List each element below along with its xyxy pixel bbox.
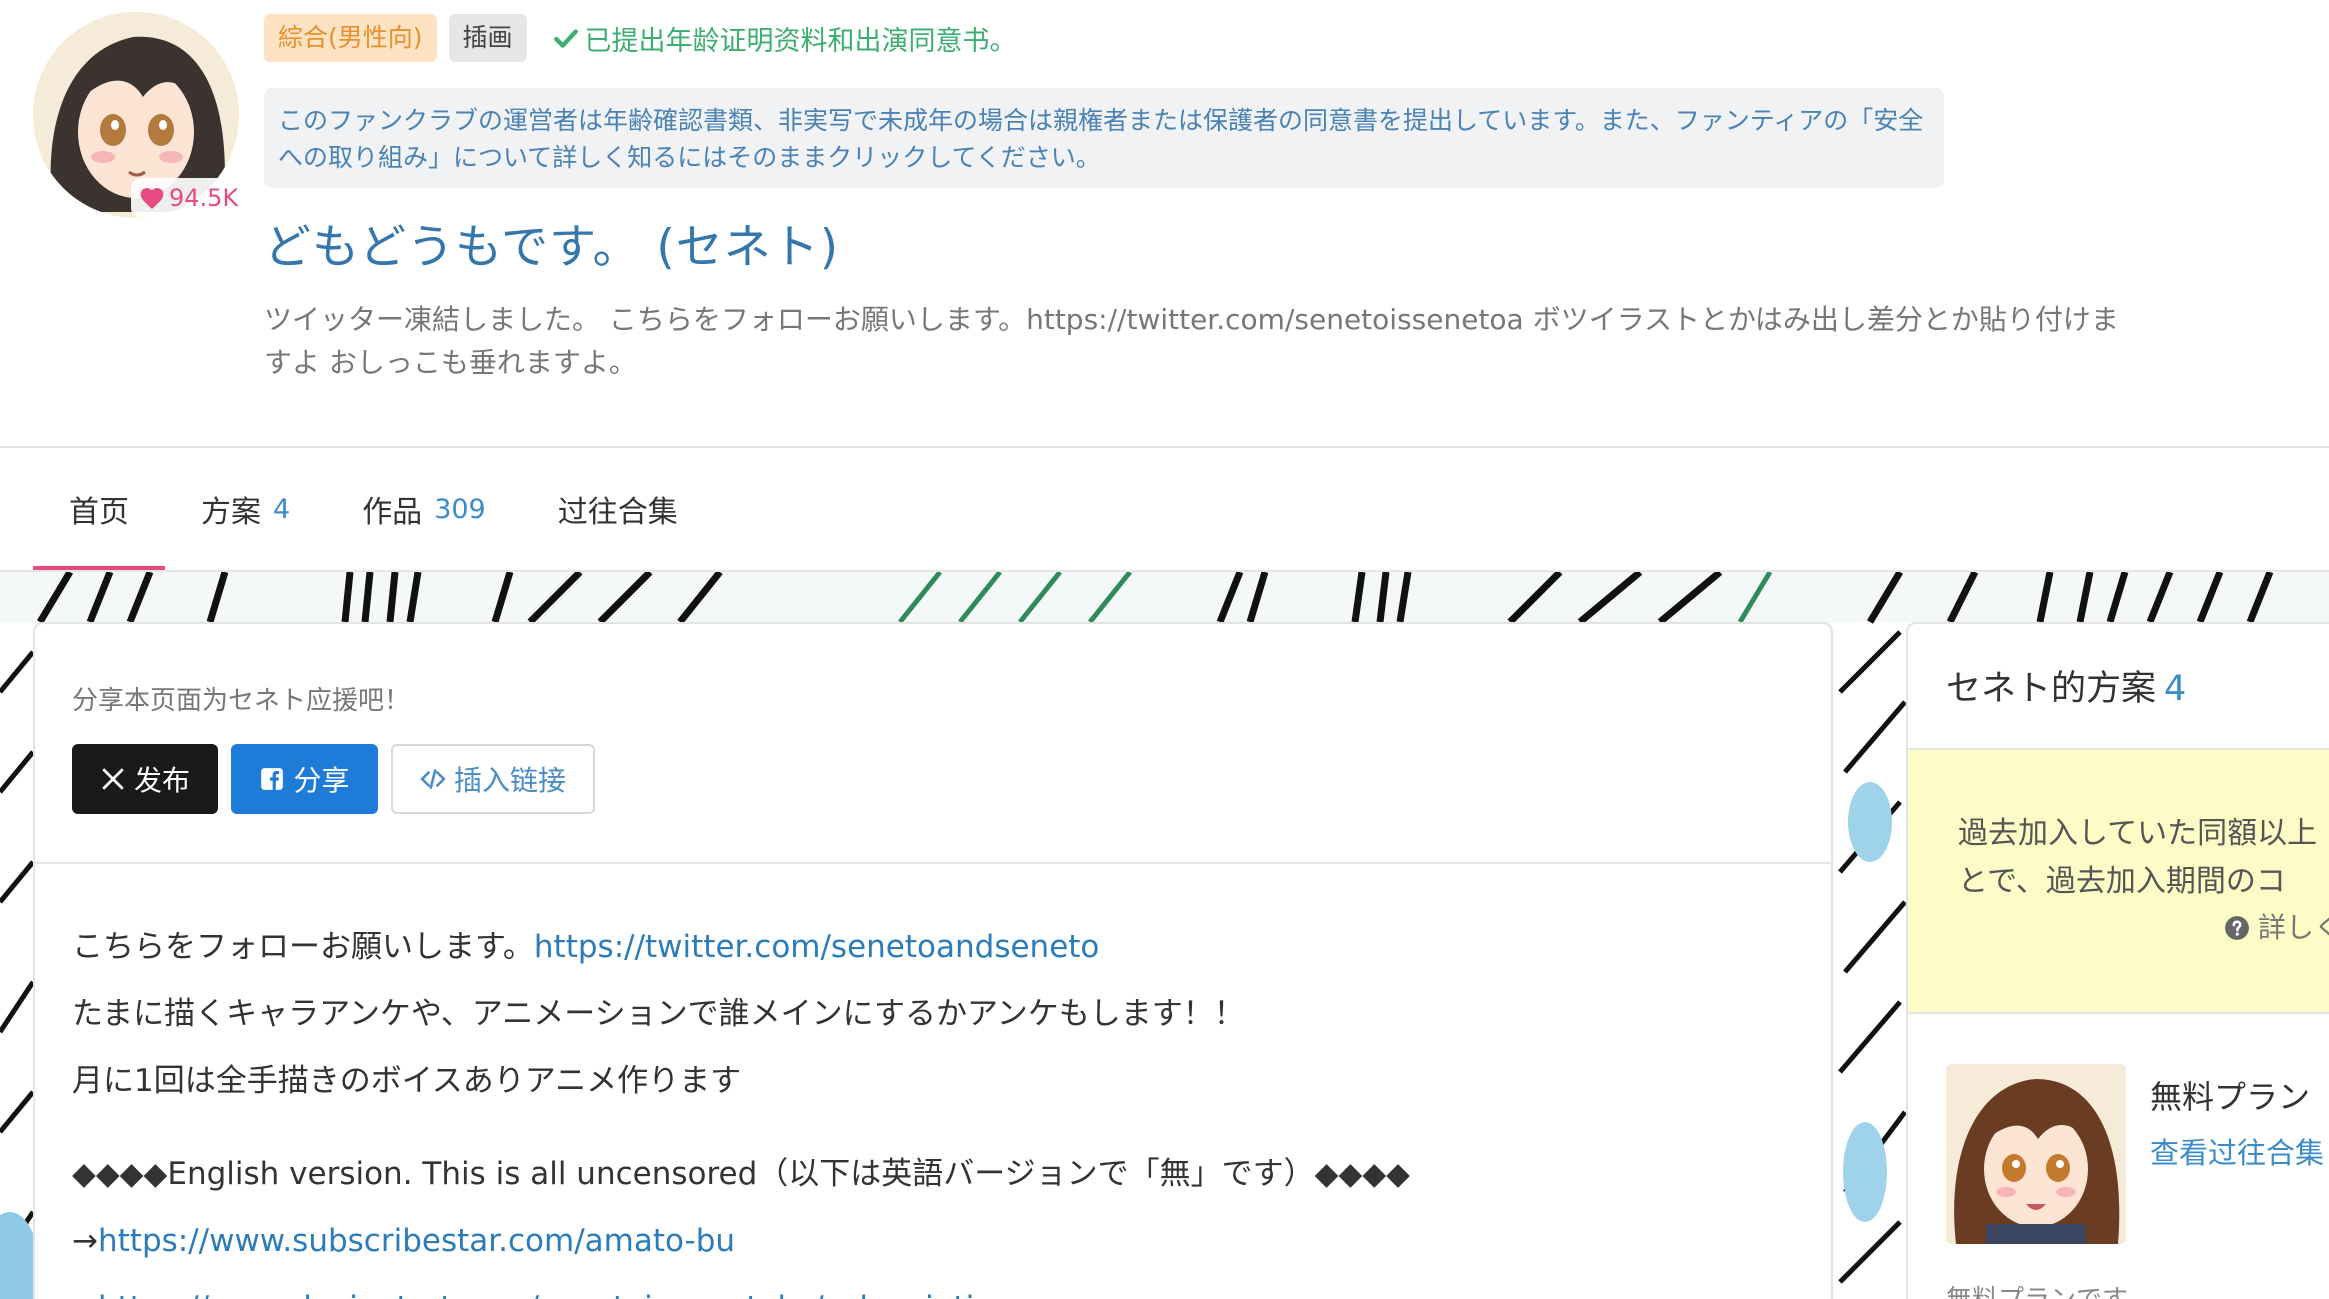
plan-thumbnail[interactable] bbox=[1946, 1064, 2126, 1244]
share-buttons: 发布 分享 插入链接 bbox=[72, 744, 595, 814]
intro-line: こちらをフォローお願いします。https://twitter.com/senet… bbox=[72, 914, 1792, 981]
intro-line: →https://www.subscribestar.com/amato-bu bbox=[72, 1208, 1792, 1275]
creator-intro-body: こちらをフォローお願いします。https://twitter.com/senet… bbox=[72, 914, 1792, 1299]
tab-label: 首页 bbox=[69, 495, 129, 530]
intro-line: たまに描くキャラアンケや、アニメーションで誰メインにするかアンケもします！！ bbox=[72, 996, 1245, 1032]
intro-line: →https://www.deviantart.com/senetoisenen… bbox=[72, 1275, 1792, 1299]
code-icon bbox=[420, 769, 446, 789]
creator-avatar-wrap: 94.5K bbox=[33, 12, 247, 218]
nav-tabs: 首页 方案 4 作品 309 过往合集 bbox=[33, 448, 714, 572]
arrow-text: → bbox=[72, 1223, 98, 1259]
facebook-icon bbox=[261, 768, 284, 790]
share-title: 分享本页面为セネト应援吧！ bbox=[72, 686, 411, 716]
tab-label: 作品 bbox=[362, 495, 423, 530]
safety-notice[interactable]: このファンクラブの運営者は年齢確認書類、非実写で未成年の場合は親権者または保護者… bbox=[264, 88, 1944, 188]
check-icon bbox=[553, 29, 578, 48]
plans-count: 4 bbox=[2164, 669, 2187, 709]
deviantart-link[interactable]: https://www.deviantart.com/senetoisenent… bbox=[98, 1290, 1029, 1299]
x-post-button[interactable]: 发布 bbox=[72, 744, 218, 814]
plans-title-text: セネト的方案 bbox=[1946, 669, 2157, 709]
twitter-link[interactable]: https://twitter.com/senetoandseneto bbox=[534, 929, 1099, 965]
x-logo-icon bbox=[102, 768, 124, 790]
plan-description: 無料プランです bbox=[1946, 1279, 2128, 1299]
plan-archive-link[interactable]: 查看过往合集 bbox=[2150, 1130, 2324, 1172]
plans-card: セネト的方案4 過去加入していた同額以上 とで、過去加入期間のコ 詳しく 無料プ… bbox=[1906, 622, 2329, 1299]
verified-text: 已提出年龄证明资料和出演同意书。 bbox=[584, 25, 1017, 57]
creator-description: ツイッター凍結しました。 こちらをフォローお願いします。https://twit… bbox=[264, 303, 2119, 379]
facebook-share-button[interactable]: 分享 bbox=[231, 744, 378, 814]
embed-link-button[interactable]: 插入链接 bbox=[391, 744, 595, 814]
plans-divider bbox=[1908, 1012, 2329, 1014]
tab-archives[interactable]: 过往合集 bbox=[522, 448, 714, 570]
tab-home[interactable]: 首页 bbox=[33, 448, 165, 572]
intro-line: 月に1回は全手描きのボイスありアニメ作ります bbox=[72, 1063, 742, 1099]
plan-name: 無料プラン bbox=[2150, 1078, 2311, 1116]
x-post-label: 发布 bbox=[133, 764, 190, 797]
tab-works[interactable]: 作品 309 bbox=[326, 448, 522, 570]
tab-label: 方案 bbox=[201, 495, 261, 530]
tab-count: 309 bbox=[434, 493, 486, 525]
plans-notice-line: とで、過去加入期間のコ bbox=[1958, 864, 2286, 899]
plans-title: セネト的方案 4 bbox=[1946, 660, 2186, 711]
tab-label: 过往合集 bbox=[557, 495, 678, 530]
tab-plans[interactable]: 方案 4 bbox=[165, 448, 326, 570]
tag-illustration[interactable]: 插画 bbox=[448, 14, 527, 62]
tag-general[interactable]: 綜合(男性向) bbox=[264, 14, 437, 62]
subscribestar-link[interactable]: https://www.subscribestar.com/amato-bu bbox=[98, 1223, 735, 1259]
creator-header: 94.5K 綜合(男性向) 插画 已提出年龄证明资料和出演同意书。 このファンク… bbox=[0, 0, 2329, 572]
creator-name: どもどうもです。 (セネト) bbox=[264, 220, 840, 275]
intro-line: ◆◆◆◆English version. This is all uncenso… bbox=[72, 1156, 1411, 1192]
embed-link-label: 插入链接 bbox=[453, 764, 566, 797]
card-divider bbox=[35, 862, 1831, 864]
intro-text: こちらをフォローお願いします。 bbox=[72, 929, 534, 965]
heart-icon bbox=[140, 188, 164, 209]
learn-more-link[interactable]: 詳しく bbox=[2224, 906, 2329, 950]
question-circle-icon bbox=[2225, 916, 2249, 940]
verification-status: 已提出年龄证明资料和出演同意书。 bbox=[553, 19, 1017, 58]
arrow-text: → bbox=[72, 1290, 98, 1299]
facebook-share-label: 分享 bbox=[293, 764, 350, 797]
tag-row: 綜合(男性向) 插画 已提出年龄证明资料和出演同意书。 bbox=[264, 14, 1017, 62]
tab-count: 4 bbox=[273, 493, 291, 525]
learn-more-label: 詳しく bbox=[2258, 911, 2329, 944]
likes-badge[interactable]: 94.5K bbox=[131, 178, 247, 218]
likes-count: 94.5K bbox=[169, 184, 239, 212]
plans-notice: 過去加入していた同額以上 とで、過去加入期間のコ 詳しく bbox=[1908, 750, 2329, 1012]
share-card: 分享本页面为セネト应援吧！ 发布 分享 插入链接 こちらをフォローお願いします。… bbox=[33, 622, 1833, 1299]
plans-notice-line: 過去加入していた同額以上 bbox=[1958, 816, 2318, 851]
